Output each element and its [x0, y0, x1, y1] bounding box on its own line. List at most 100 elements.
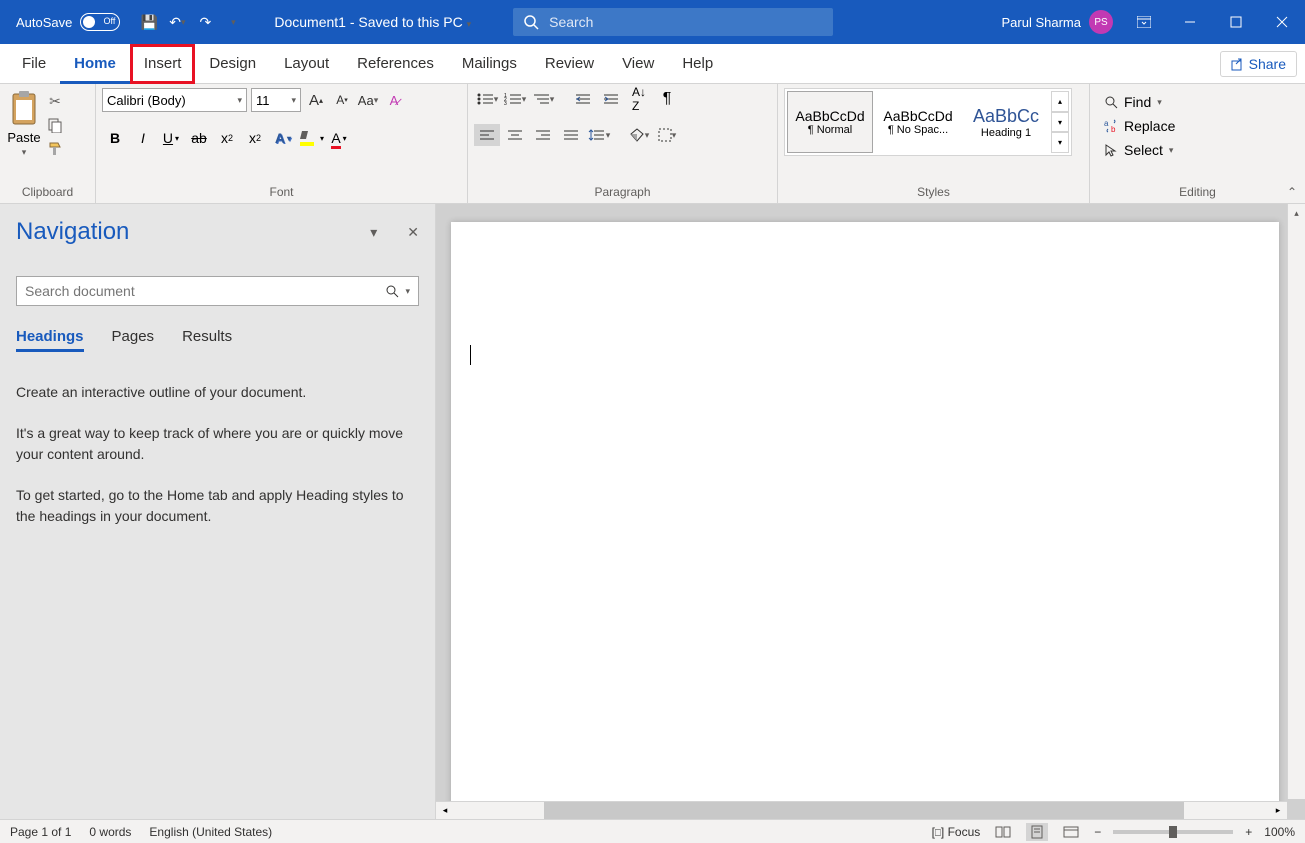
nav-tab-results[interactable]: Results	[182, 328, 232, 352]
undo-icon[interactable]: ↶▾	[168, 13, 186, 31]
style-normal[interactable]: AaBbCcDd ¶ Normal	[787, 91, 873, 153]
status-words[interactable]: 0 words	[89, 825, 131, 839]
search-box[interactable]	[513, 8, 833, 36]
maximize-icon[interactable]	[1213, 0, 1259, 44]
tab-mailings[interactable]: Mailings	[448, 44, 531, 84]
shrink-font-icon[interactable]: A▾	[331, 89, 353, 111]
cut-icon[interactable]: ✂	[46, 92, 64, 110]
increase-indent-icon[interactable]	[598, 88, 624, 110]
tab-layout[interactable]: Layout	[270, 44, 343, 84]
horizontal-scrollbar[interactable]: ◂ ▸	[436, 801, 1287, 819]
font-size-select[interactable]: 11▾	[251, 88, 301, 112]
grow-font-icon[interactable]: A▴	[305, 89, 327, 111]
tab-home[interactable]: Home	[60, 44, 130, 84]
minimize-icon[interactable]	[1167, 0, 1213, 44]
redo-icon[interactable]: ↷	[196, 13, 214, 31]
select-button[interactable]: Select▾	[1098, 140, 1181, 160]
window-controls	[1121, 0, 1305, 44]
scroll-right-icon[interactable]: ▸	[1269, 802, 1287, 819]
zoom-thumb[interactable]	[1169, 826, 1177, 838]
group-font: Calibri (Body)▾ 11▾ A▴ A▾ Aa▾ A̷ B I U▾ …	[96, 84, 468, 203]
change-case-icon[interactable]: Aa▾	[357, 89, 379, 111]
user-name: Parul Sharma	[1002, 15, 1081, 30]
zoom-in-icon[interactable]: +	[1245, 825, 1252, 839]
font-name-select[interactable]: Calibri (Body)▾	[102, 88, 247, 112]
close-icon[interactable]	[1259, 0, 1305, 44]
vertical-scrollbar[interactable]: ▴	[1287, 204, 1305, 799]
style-heading-1[interactable]: AaBbCc Heading 1	[963, 91, 1049, 153]
read-mode-icon[interactable]	[992, 823, 1014, 841]
tab-help[interactable]: Help	[668, 44, 727, 84]
line-spacing-icon[interactable]: ▾	[586, 124, 612, 146]
zoom-out-icon[interactable]: −	[1094, 825, 1101, 839]
nav-tab-headings[interactable]: Headings	[16, 328, 84, 352]
scroll-thumb[interactable]	[544, 802, 1184, 819]
decrease-indent-icon[interactable]	[570, 88, 596, 110]
find-button[interactable]: Find▾	[1098, 92, 1181, 112]
superscript-button[interactable]: x2	[242, 126, 268, 150]
collapse-ribbon-icon[interactable]: ⌃	[1287, 185, 1297, 199]
navigation-dropdown-icon[interactable]: ▾	[370, 224, 377, 241]
tab-review[interactable]: Review	[531, 44, 608, 84]
align-center-icon[interactable]	[502, 124, 528, 146]
tab-references[interactable]: References	[343, 44, 448, 84]
zoom-slider[interactable]	[1113, 830, 1233, 834]
strikethrough-button[interactable]: ab	[186, 126, 212, 150]
navigation-search-dropdown-icon[interactable]: ▾	[405, 286, 410, 297]
styles-down-icon[interactable]: ▾	[1051, 112, 1069, 133]
bullets-icon[interactable]: ▾	[474, 88, 500, 110]
underline-button[interactable]: U▾	[158, 126, 184, 150]
highlight-color-icon[interactable]: ▾	[298, 126, 324, 150]
scroll-left-icon[interactable]: ◂	[436, 802, 454, 819]
document-page[interactable]	[451, 222, 1279, 819]
print-layout-icon[interactable]	[1026, 823, 1048, 841]
web-layout-icon[interactable]	[1060, 823, 1082, 841]
search-input[interactable]	[549, 14, 823, 30]
multilevel-list-icon[interactable]: ▾	[530, 88, 556, 110]
replace-button[interactable]: ab Replace	[1098, 116, 1181, 136]
clear-formatting-icon[interactable]: A̷	[383, 89, 405, 111]
tab-view[interactable]: View	[608, 44, 668, 84]
styles-up-icon[interactable]: ▴	[1051, 91, 1069, 112]
bold-button[interactable]: B	[102, 126, 128, 150]
tab-file[interactable]: File	[8, 44, 60, 84]
tab-design[interactable]: Design	[195, 44, 270, 84]
zoom-level[interactable]: 100%	[1264, 825, 1295, 839]
navigation-close-icon[interactable]: ✕	[407, 224, 419, 241]
status-page[interactable]: Page 1 of 1	[10, 825, 71, 839]
align-right-icon[interactable]	[530, 124, 556, 146]
navigation-search-input[interactable]	[25, 283, 385, 299]
status-language[interactable]: English (United States)	[149, 825, 272, 839]
justify-icon[interactable]	[558, 124, 584, 146]
document-title[interactable]: Document1 - Saved to this PC ▾	[254, 14, 491, 30]
text-effects-icon[interactable]: A▾	[270, 126, 296, 150]
ribbon-display-options-icon[interactable]	[1121, 0, 1167, 44]
style-no-spacing[interactable]: AaBbCcDd ¶ No Spac...	[875, 91, 961, 153]
autosave-toggle[interactable]: Off	[80, 13, 120, 31]
align-left-icon[interactable]	[474, 124, 500, 146]
document-area[interactable]: ▴	[436, 204, 1305, 819]
subscript-button[interactable]: x2	[214, 126, 240, 150]
share-button[interactable]: Share	[1220, 51, 1297, 77]
shading-icon[interactable]: ▾	[626, 124, 652, 146]
qat-dropdown-icon[interactable]: ▾	[224, 13, 242, 31]
autosave-control[interactable]: AutoSave Off	[0, 13, 128, 31]
paste-button[interactable]: Paste ▾	[6, 88, 42, 158]
show-marks-icon[interactable]: ¶	[654, 88, 680, 110]
focus-mode-button[interactable]: [⎕] Focus	[932, 825, 981, 839]
format-painter-icon[interactable]	[46, 140, 64, 158]
save-icon[interactable]: 💾	[140, 13, 158, 31]
user-area[interactable]: Parul Sharma PS	[1002, 10, 1121, 34]
navigation-search[interactable]: ▾	[16, 276, 419, 306]
scroll-up-icon[interactable]: ▴	[1288, 204, 1305, 222]
font-color-icon[interactable]: A▾	[326, 126, 352, 150]
italic-button[interactable]: I	[130, 126, 156, 150]
copy-icon[interactable]	[46, 116, 64, 134]
tab-insert[interactable]: Insert	[130, 44, 196, 84]
nav-tab-pages[interactable]: Pages	[112, 328, 155, 352]
styles-more-icon[interactable]: ▾	[1051, 132, 1069, 153]
numbering-icon[interactable]: 123▾	[502, 88, 528, 110]
sort-icon[interactable]: A↓Z	[626, 88, 652, 110]
borders-icon[interactable]: ▾	[654, 124, 680, 146]
search-icon[interactable]	[385, 284, 399, 298]
